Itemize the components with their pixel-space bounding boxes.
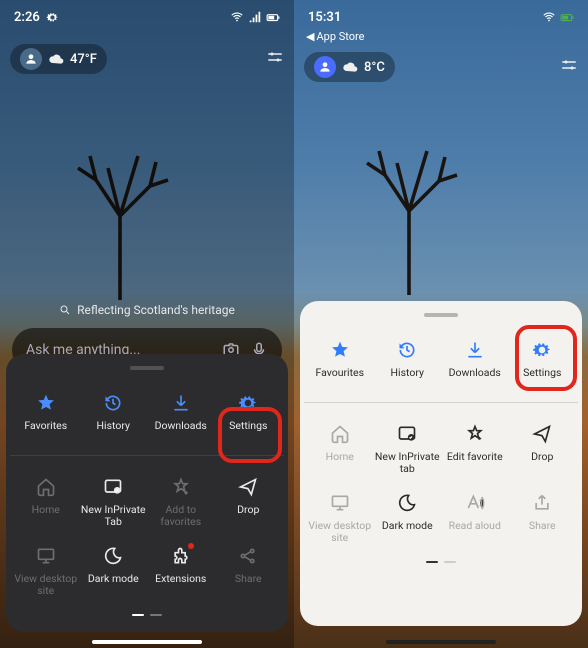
customize-button[interactable] <box>560 56 578 78</box>
menu-inprivate[interactable]: New InPrivate Tab <box>80 468 148 537</box>
screenshot-pair: 2:26 47°F Reflecting Scotland's heritage… <box>0 0 588 648</box>
download-icon <box>464 339 486 361</box>
signal-icon <box>248 10 262 24</box>
menu-top-row: Favourites History Downloads Settings <box>304 327 578 403</box>
menu-settings[interactable]: Settings <box>215 384 283 441</box>
grab-handle[interactable] <box>130 366 164 370</box>
search-icon <box>59 304 71 316</box>
menu-favourites[interactable]: Favourites <box>306 331 374 388</box>
desktop-icon <box>35 545 57 567</box>
moon-icon <box>102 545 124 567</box>
menu-history[interactable]: History <box>374 331 442 388</box>
puzzle-icon <box>170 545 192 567</box>
menu-desktop-site[interactable]: View desktop site <box>12 537 80 606</box>
menu-grid: Home New InPrivate Tab Add to favorites … <box>10 464 284 610</box>
menu-share[interactable]: Share <box>215 537 283 606</box>
status-time: 2:26 <box>14 10 40 25</box>
send-icon <box>531 423 553 445</box>
menu-settings[interactable]: Settings <box>509 331 577 388</box>
menu-add-favorites[interactable]: Add to favorites <box>147 468 215 537</box>
home-icon <box>329 423 351 445</box>
home-indicator[interactable] <box>92 640 202 644</box>
menu-grid: Home New InPrivate tab Edit favorite Dro… <box>304 411 578 557</box>
weather-pill[interactable]: 8°C <box>304 52 395 82</box>
menu-sheet: Favorites History Downloads Settings Hom… <box>6 354 288 632</box>
share-ios-icon <box>531 492 553 514</box>
desktop-icon <box>329 492 351 514</box>
page-indicator <box>304 561 578 563</box>
share-icon <box>237 545 259 567</box>
temperature: 8°C <box>364 60 385 75</box>
news-headline[interactable]: Reflecting Scotland's heritage <box>0 303 294 317</box>
battery-icon <box>266 10 280 24</box>
menu-favorites[interactable]: Favorites <box>12 384 80 441</box>
phone-ios: 15:31 ◀ App Store 8°C Favourites History <box>294 0 588 648</box>
badge-dot <box>188 543 194 549</box>
menu-dark-mode[interactable]: Dark mode <box>80 537 148 606</box>
battery-icon <box>560 10 574 24</box>
inprivate-icon <box>396 423 418 445</box>
customize-button[interactable] <box>266 48 284 70</box>
temperature: 47°F <box>70 52 97 67</box>
inprivate-icon <box>102 476 124 498</box>
menu-downloads[interactable]: Downloads <box>147 384 215 441</box>
home-icon <box>35 476 57 498</box>
gear-icon <box>237 392 259 414</box>
grab-handle[interactable] <box>424 313 458 317</box>
menu-dark-mode[interactable]: Dark mode <box>374 484 442 553</box>
star-icon <box>329 339 351 361</box>
star-icon <box>35 392 57 414</box>
home-indicator[interactable] <box>386 640 496 644</box>
menu-home[interactable]: Home <box>306 415 374 484</box>
weather-pill[interactable]: 47°F <box>10 44 107 74</box>
wifi-icon <box>542 10 556 24</box>
history-icon <box>396 339 418 361</box>
menu-drop[interactable]: Drop <box>509 415 577 484</box>
wallpaper-tree <box>349 115 469 295</box>
menu-desktop-site[interactable]: View desktop site <box>306 484 374 553</box>
menu-extensions[interactable]: Extensions <box>147 537 215 606</box>
gear-icon <box>531 339 553 361</box>
star-edit-icon <box>464 423 486 445</box>
top-bar: 47°F <box>0 42 294 76</box>
star-plus-icon <box>170 476 192 498</box>
menu-edit-favorite[interactable]: Edit favorite <box>441 415 509 484</box>
gear-icon <box>46 11 59 24</box>
menu-sheet: Favourites History Downloads Settings Ho… <box>300 301 582 626</box>
chevron-left-icon: ◀ <box>306 30 314 43</box>
status-bar: 15:31 <box>294 6 588 28</box>
avatar-icon[interactable] <box>20 48 42 70</box>
menu-home[interactable]: Home <box>12 468 80 537</box>
page-indicator <box>10 614 284 616</box>
back-to-app[interactable]: ◀ App Store <box>306 30 364 43</box>
readaloud-icon <box>464 492 486 514</box>
wifi-icon <box>230 10 244 24</box>
menu-inprivate[interactable]: New InPrivate tab <box>374 415 442 484</box>
menu-history[interactable]: History <box>80 384 148 441</box>
menu-top-row: Favorites History Downloads Settings <box>10 380 284 456</box>
phone-android: 2:26 47°F Reflecting Scotland's heritage… <box>0 0 294 648</box>
download-icon <box>170 392 192 414</box>
cloud-icon <box>342 59 358 75</box>
moon-icon <box>396 492 418 514</box>
send-icon <box>237 476 259 498</box>
avatar-icon[interactable] <box>314 56 336 78</box>
status-bar: 2:26 <box>0 6 294 28</box>
menu-drop[interactable]: Drop <box>215 468 283 537</box>
status-time: 15:31 <box>308 10 341 25</box>
menu-share[interactable]: Share <box>509 484 577 553</box>
menu-downloads[interactable]: Downloads <box>441 331 509 388</box>
cloud-icon <box>48 51 64 67</box>
top-bar: 8°C <box>294 50 588 84</box>
menu-read-aloud[interactable]: Read aloud <box>441 484 509 553</box>
history-icon <box>102 392 124 414</box>
